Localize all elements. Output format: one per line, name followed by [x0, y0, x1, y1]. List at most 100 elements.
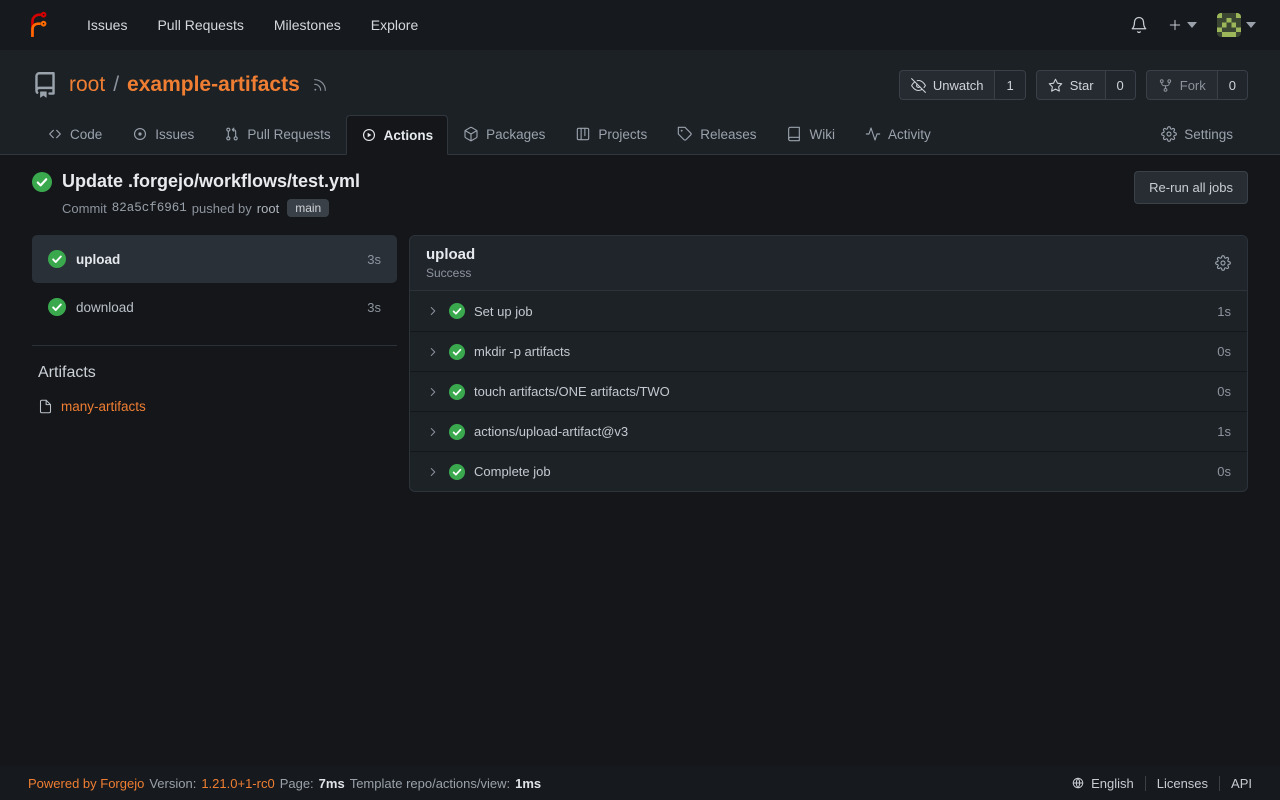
- forgejo-logo-icon[interactable]: [24, 11, 52, 39]
- footer: Powered by Forgejo Version: 1.21.0+1-rc0…: [0, 766, 1280, 800]
- branch-badge[interactable]: main: [287, 199, 329, 217]
- template-time-label: Template repo/actions/view:: [350, 776, 510, 791]
- chevron-right-icon: [426, 425, 440, 439]
- check-circle-icon: [449, 344, 465, 360]
- chevron-right-icon: [426, 385, 440, 399]
- rerun-all-jobs-button[interactable]: Re-run all jobs: [1134, 171, 1248, 204]
- artifact-item: many-artifacts: [38, 399, 397, 414]
- job-detail-name: upload: [426, 246, 475, 263]
- step-duration: 0s: [1217, 384, 1231, 399]
- tab-pull-requests[interactable]: Pull Requests: [209, 114, 345, 154]
- job-detail-header: upload Success: [410, 236, 1247, 291]
- repo-path-separator: /: [113, 73, 119, 97]
- job-detail-title-block: upload Success: [426, 246, 475, 280]
- navbar-right: [1130, 13, 1256, 37]
- version-link[interactable]: 1.21.0+1-rc0: [201, 776, 274, 791]
- version-label: Version:: [149, 776, 196, 791]
- repo-action-buttons: Unwatch 1 Star 0: [899, 70, 1248, 100]
- tab-activity[interactable]: Activity: [850, 114, 946, 154]
- check-circle-icon: [48, 298, 66, 316]
- unwatch-label: Unwatch: [933, 78, 984, 93]
- tab-releases[interactable]: Releases: [662, 114, 771, 154]
- gear-icon: [1161, 126, 1177, 142]
- star-button[interactable]: Star: [1037, 71, 1105, 99]
- play-circle-icon: [361, 127, 377, 143]
- user-menu-button[interactable]: [1217, 13, 1256, 37]
- bell-icon: [1130, 16, 1148, 34]
- commit-sha-link[interactable]: 82a5cf6961: [112, 201, 187, 215]
- step-row[interactable]: Set up job 1s: [410, 291, 1247, 331]
- code-icon: [47, 126, 63, 142]
- job-name: upload: [76, 252, 120, 267]
- job-item-download[interactable]: download 3s: [32, 283, 397, 331]
- file-icon: [38, 399, 53, 414]
- tab-label: Code: [70, 127, 102, 142]
- repo-title-row: root / example-artifacts Unwatch: [32, 68, 1248, 102]
- check-circle-icon: [449, 464, 465, 480]
- language-menu[interactable]: English: [1060, 776, 1145, 791]
- pulse-icon: [865, 126, 881, 142]
- tag-icon: [677, 126, 693, 142]
- step-duration: 0s: [1217, 464, 1231, 479]
- tab-settings[interactable]: Settings: [1146, 114, 1248, 154]
- eye-off-icon: [911, 78, 926, 93]
- run-columns: upload 3s download 3s Artifacts man: [32, 235, 1248, 492]
- job-item-upload[interactable]: upload 3s: [32, 235, 397, 283]
- rss-feed-button[interactable]: [312, 77, 328, 93]
- step-row[interactable]: touch artifacts/ONE artifacts/TWO 0s: [410, 371, 1247, 411]
- step-duration: 1s: [1217, 304, 1231, 319]
- step-row[interactable]: Complete job 0s: [410, 451, 1247, 491]
- forks-count[interactable]: 0: [1217, 71, 1247, 99]
- job-duration: 3s: [367, 300, 381, 315]
- tab-label: Packages: [486, 127, 545, 142]
- artifacts-heading: Artifacts: [38, 364, 397, 382]
- nav-pull-requests[interactable]: Pull Requests: [142, 0, 258, 50]
- step-row[interactable]: mkdir -p artifacts 0s: [410, 331, 1247, 371]
- repo-header: root / example-artifacts Unwatch: [0, 50, 1280, 155]
- job-sidebar: upload 3s download 3s Artifacts man: [32, 235, 397, 414]
- step-label: touch artifacts/ONE artifacts/TWO: [474, 384, 670, 399]
- rss-icon: [312, 77, 328, 93]
- tab-label: Projects: [598, 127, 647, 142]
- tab-issues[interactable]: Issues: [117, 114, 209, 154]
- repo-name-link[interactable]: example-artifacts: [127, 73, 300, 97]
- job-options-gear-icon[interactable]: [1215, 255, 1231, 271]
- tab-actions[interactable]: Actions: [346, 115, 449, 155]
- powered-by-link[interactable]: Powered by Forgejo: [28, 776, 144, 791]
- nav-explore[interactable]: Explore: [356, 0, 433, 50]
- step-row[interactable]: actions/upload-artifact@v3 1s: [410, 411, 1247, 451]
- tab-code[interactable]: Code: [32, 114, 117, 154]
- nav-milestones[interactable]: Milestones: [259, 0, 356, 50]
- pusher-link[interactable]: root: [257, 201, 279, 216]
- step-list: Set up job 1s mkdir -p artifacts 0s touc…: [410, 291, 1247, 491]
- step-label: Set up job: [474, 304, 533, 319]
- repo-icon: [32, 72, 58, 98]
- caret-down-icon: [1187, 22, 1197, 28]
- notifications-button[interactable]: [1130, 16, 1148, 34]
- package-icon: [463, 126, 479, 142]
- repo-tabs: Code Issues Pull Requests Actions: [0, 114, 1280, 155]
- tab-packages[interactable]: Packages: [448, 114, 560, 154]
- footer-left: Powered by Forgejo Version: 1.21.0+1-rc0…: [28, 776, 541, 791]
- unwatch-button[interactable]: Unwatch: [900, 71, 995, 99]
- licenses-link[interactable]: Licenses: [1145, 776, 1219, 791]
- chevron-right-icon: [426, 345, 440, 359]
- api-link[interactable]: API: [1219, 776, 1252, 791]
- nav-issues[interactable]: Issues: [72, 0, 142, 50]
- sidebar-divider: [32, 345, 397, 346]
- fork-button-group: Fork 0: [1146, 70, 1248, 100]
- git-pull-request-icon: [224, 126, 240, 142]
- tab-label: Releases: [700, 127, 756, 142]
- watchers-count[interactable]: 1: [994, 71, 1024, 99]
- create-new-button[interactable]: [1168, 18, 1197, 32]
- step-label: mkdir -p artifacts: [474, 344, 570, 359]
- fork-button[interactable]: Fork: [1147, 71, 1217, 99]
- artifact-download-link[interactable]: many-artifacts: [61, 399, 146, 414]
- tab-wiki[interactable]: Wiki: [771, 114, 850, 154]
- stars-count[interactable]: 0: [1105, 71, 1135, 99]
- pushed-by-label: pushed by: [192, 201, 252, 216]
- check-circle-icon: [449, 424, 465, 440]
- repo-owner-link[interactable]: root: [69, 73, 105, 97]
- git-fork-icon: [1158, 78, 1173, 93]
- tab-projects[interactable]: Projects: [560, 114, 662, 154]
